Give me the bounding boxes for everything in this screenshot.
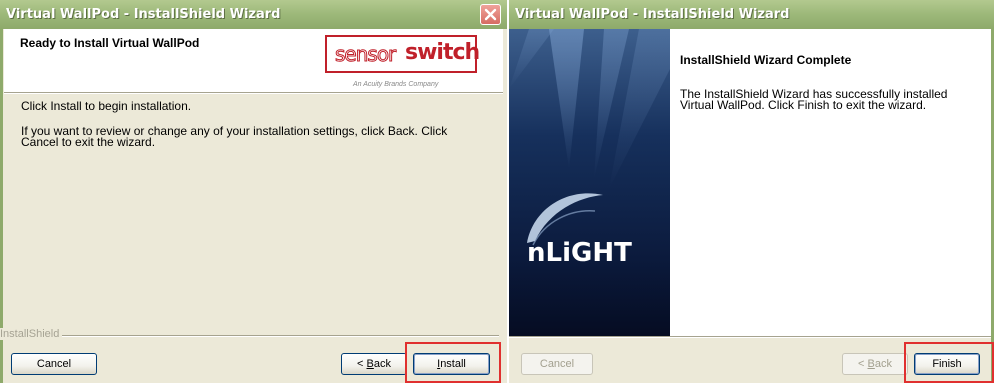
logo-text-sensor: sensor	[334, 42, 396, 67]
window-title: Virtual WallPod - InstallShield Wizard	[515, 7, 790, 22]
back-label: ack	[373, 358, 391, 370]
header-separator	[4, 92, 503, 94]
left-dialog: Virtual WallPod - InstallShield Wizard R…	[0, 0, 507, 383]
installshield-label: InstallShield	[0, 328, 63, 340]
window-title: Virtual WallPod - InstallShield Wizard	[6, 7, 281, 22]
title-bar[interactable]: Virtual WallPod - InstallShield Wizard	[0, 0, 507, 29]
completion-heading: InstallShield Wizard Complete	[680, 53, 852, 67]
back-label: ack	[874, 358, 892, 370]
install-highlight-box	[405, 342, 501, 383]
logo-text-switch: switch	[405, 40, 480, 65]
header-panel: Ready to Install Virtual WallPod sensor …	[4, 29, 503, 92]
header-title: Ready to Install Virtual WallPod	[20, 36, 200, 50]
sensorswitch-logo: sensor switch	[325, 35, 480, 73]
nlight-logo-text: nLiGHT	[527, 238, 632, 268]
title-bar[interactable]: Virtual WallPod - InstallShield Wizard	[509, 0, 994, 29]
review-text: If you want to review or change any of y…	[21, 124, 448, 149]
right-dialog: Virtual WallPod - InstallShield Wizard n…	[509, 0, 994, 383]
cancel-button[interactable]: Cancel	[11, 353, 97, 375]
back-button[interactable]: < Back	[842, 353, 908, 375]
completion-message: The InstallShield Wizard has successfull…	[680, 87, 948, 112]
nlight-banner: nLiGHT	[509, 29, 670, 336]
cancel-button[interactable]: Cancel	[521, 353, 593, 375]
back-mnemonic: B	[867, 358, 875, 370]
back-button[interactable]: < Back	[341, 353, 407, 375]
footer-separator	[509, 336, 994, 338]
close-button[interactable]	[480, 4, 501, 25]
nlight-side-panel: nLiGHT	[509, 29, 670, 336]
back-mnemonic: B	[366, 358, 374, 370]
instruction-text: Click Install to begin installation.	[21, 99, 192, 113]
footer-separator	[60, 335, 499, 337]
finish-highlight-box	[904, 342, 994, 383]
completion-panel: InstallShield Wizard Complete The Instal…	[670, 29, 991, 336]
logo-tagline: An Acuity Brands Company	[353, 81, 439, 88]
close-icon	[484, 8, 497, 21]
